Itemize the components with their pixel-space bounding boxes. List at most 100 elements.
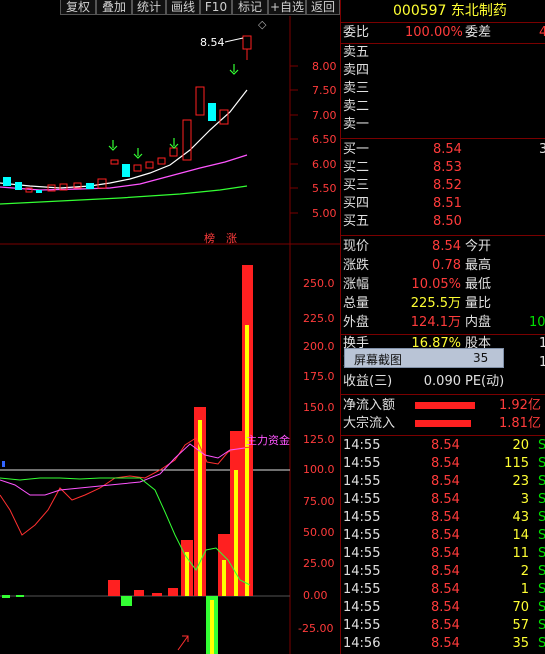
indicator-axis: 250.0 225.0 200.0 175.0 150.0 125.0 100.… xyxy=(298,277,335,635)
tick-row: 14:55 8.54 3 S xyxy=(343,491,545,509)
tick-row: 14:55 8.54 1 S xyxy=(343,581,545,599)
tb-f10-button[interactable]: F10 xyxy=(200,0,232,15)
tick-price: 8.54 xyxy=(431,492,460,507)
tick-volume: 43 xyxy=(512,510,529,525)
tick-row: 14:55 8.54 115 S xyxy=(343,455,545,473)
tick-time: 14:55 xyxy=(343,582,381,597)
stock-code: 000597 xyxy=(393,3,447,19)
tb-draw-button[interactable]: 画线 xyxy=(166,0,200,15)
sell-level-4: 卖四 xyxy=(343,63,370,78)
tb-overlay-button[interactable]: 叠加 xyxy=(96,0,132,15)
quote-row-outer: 外盘 124.1万 内盘 10 xyxy=(343,315,545,330)
tick-time: 14:56 xyxy=(343,636,381,651)
tick-volume: 3 xyxy=(520,492,529,507)
quote-row-change: 涨跌 0.78 最高 xyxy=(343,258,492,273)
tb-restore-rights-button[interactable]: 复权 xyxy=(60,0,96,15)
svg-text:175.0: 175.0 xyxy=(303,370,335,383)
tick-time: 14:55 xyxy=(343,492,381,507)
tick-price: 8.54 xyxy=(431,474,460,489)
flow-bar xyxy=(415,420,471,427)
quote-row-pct: 涨幅 10.05% 最低 xyxy=(343,277,492,292)
stock-header: 000597 东北制药 xyxy=(393,2,507,20)
tick-row: 14:55 8.54 20 S xyxy=(343,437,545,455)
quote-panel: 000597 东北制药 委比 100.00% 委差 4 卖五 卖四 卖三 卖二 … xyxy=(340,0,545,654)
buy-level-2: 买二 8.53 xyxy=(343,160,462,175)
tick-volume: 2 xyxy=(520,564,529,579)
buy-level-1: 买一 8.54 3 xyxy=(343,142,545,157)
svg-text:75.00: 75.00 xyxy=(303,495,335,508)
tick-price: 8.54 xyxy=(431,546,460,561)
tick-row: 14:55 8.54 23 S xyxy=(343,473,545,491)
tick-price: 8.54 xyxy=(431,636,460,651)
tick-row: 14:56 8.54 35 S xyxy=(343,635,545,653)
tick-price: 8.54 xyxy=(431,600,460,615)
tick-row: 14:55 8.54 11 S xyxy=(343,545,545,563)
indicator-line-red xyxy=(0,437,253,536)
quote-row-eps: 收益(三) 0.090 PE(动) xyxy=(343,374,505,389)
price-tick: 5.00 xyxy=(312,207,337,220)
tick-volume: 20 xyxy=(512,438,529,453)
tb-stats-button[interactable]: 统计 xyxy=(132,0,166,15)
tick-flag: S xyxy=(538,636,545,651)
tick-volume: 14 xyxy=(512,528,529,543)
price-tick: 8.00 xyxy=(312,60,337,73)
order-ratio-row: 委比 100.00% 委差 4 xyxy=(343,25,545,40)
quote-row-price: 现价 8.54 今开 xyxy=(343,239,492,254)
price-tick: 5.50 xyxy=(312,182,337,195)
svg-text:50.00: 50.00 xyxy=(303,526,335,539)
price-label: 8.54 xyxy=(200,36,225,49)
price-tick: 7.50 xyxy=(312,84,337,97)
tick-time: 14:55 xyxy=(343,528,381,543)
tick-volume: 70 xyxy=(512,600,529,615)
tick-flag: S xyxy=(538,582,545,597)
flow-row-block: 大宗流入 1.81亿 xyxy=(343,416,541,431)
svg-text:0.00: 0.00 xyxy=(303,589,328,602)
tick-price: 8.54 xyxy=(431,456,460,471)
svg-text:150.0: 150.0 xyxy=(303,401,335,414)
flow-row-net: 净流入额 1.92亿 xyxy=(343,398,541,413)
tick-time: 14:55 xyxy=(343,546,381,561)
tick-volume: 1 xyxy=(520,582,529,597)
sell-level-3: 卖三 xyxy=(343,81,370,96)
stock-chart[interactable]: 8.00 7.50 7.00 6.50 6.00 5.50 5.00 8.54 … xyxy=(0,16,340,654)
price-tick: 6.50 xyxy=(312,133,337,146)
tick-time: 14:55 xyxy=(343,510,381,525)
tb-mark-button[interactable]: 标记 xyxy=(232,0,268,15)
tb-add-watchlist-button[interactable]: +自选 xyxy=(268,0,306,15)
sell-level-1: 卖一 xyxy=(343,117,370,132)
buy-level-4: 买四 8.51 xyxy=(343,196,462,211)
tick-row: 14:55 8.54 57 S xyxy=(343,617,545,635)
ma-line-green xyxy=(0,185,248,205)
svg-text:250.0: 250.0 xyxy=(303,277,335,290)
stock-name: 东北制药 xyxy=(450,3,507,19)
tick-flag: S xyxy=(538,492,545,507)
sell-level-2: 卖二 xyxy=(343,99,370,114)
tb-back-button[interactable]: 返回 xyxy=(306,0,340,15)
tick-row: 14:55 8.54 2 S xyxy=(343,563,545,581)
tick-flag: S xyxy=(538,546,545,561)
tick-flag: S xyxy=(538,474,545,489)
indicator-legend: 主力资金 xyxy=(246,433,290,447)
tick-time: 14:55 xyxy=(343,474,381,489)
tick-volume: 57 xyxy=(512,618,529,633)
price-tick: 7.00 xyxy=(312,109,337,122)
candlesticks xyxy=(3,35,252,193)
chart-badge: 榜 xyxy=(204,231,215,245)
buy-level-3: 买三 8.52 xyxy=(343,178,462,193)
tick-time: 14:55 xyxy=(343,564,381,579)
price-tick: 6.00 xyxy=(312,158,337,171)
flow-bar xyxy=(415,402,475,409)
tick-price: 8.54 xyxy=(431,618,460,633)
tick-flag: S xyxy=(538,456,545,471)
tick-volume: 115 xyxy=(504,456,529,471)
diamond-icon[interactable]: ◇ xyxy=(258,18,267,31)
svg-text:-25.00: -25.00 xyxy=(298,622,333,635)
tick-flag: S xyxy=(538,438,545,453)
screenshot-tooltip[interactable]: 屏幕截图 35 xyxy=(344,348,504,368)
tick-flag: S xyxy=(538,618,545,633)
svg-text:200.0: 200.0 xyxy=(303,340,335,353)
tick-time: 14:55 xyxy=(343,456,381,471)
tick-flag: S xyxy=(538,510,545,525)
quote-row-volume: 总量 225.5万 量比 xyxy=(343,296,492,311)
tick-time: 14:55 xyxy=(343,438,381,453)
